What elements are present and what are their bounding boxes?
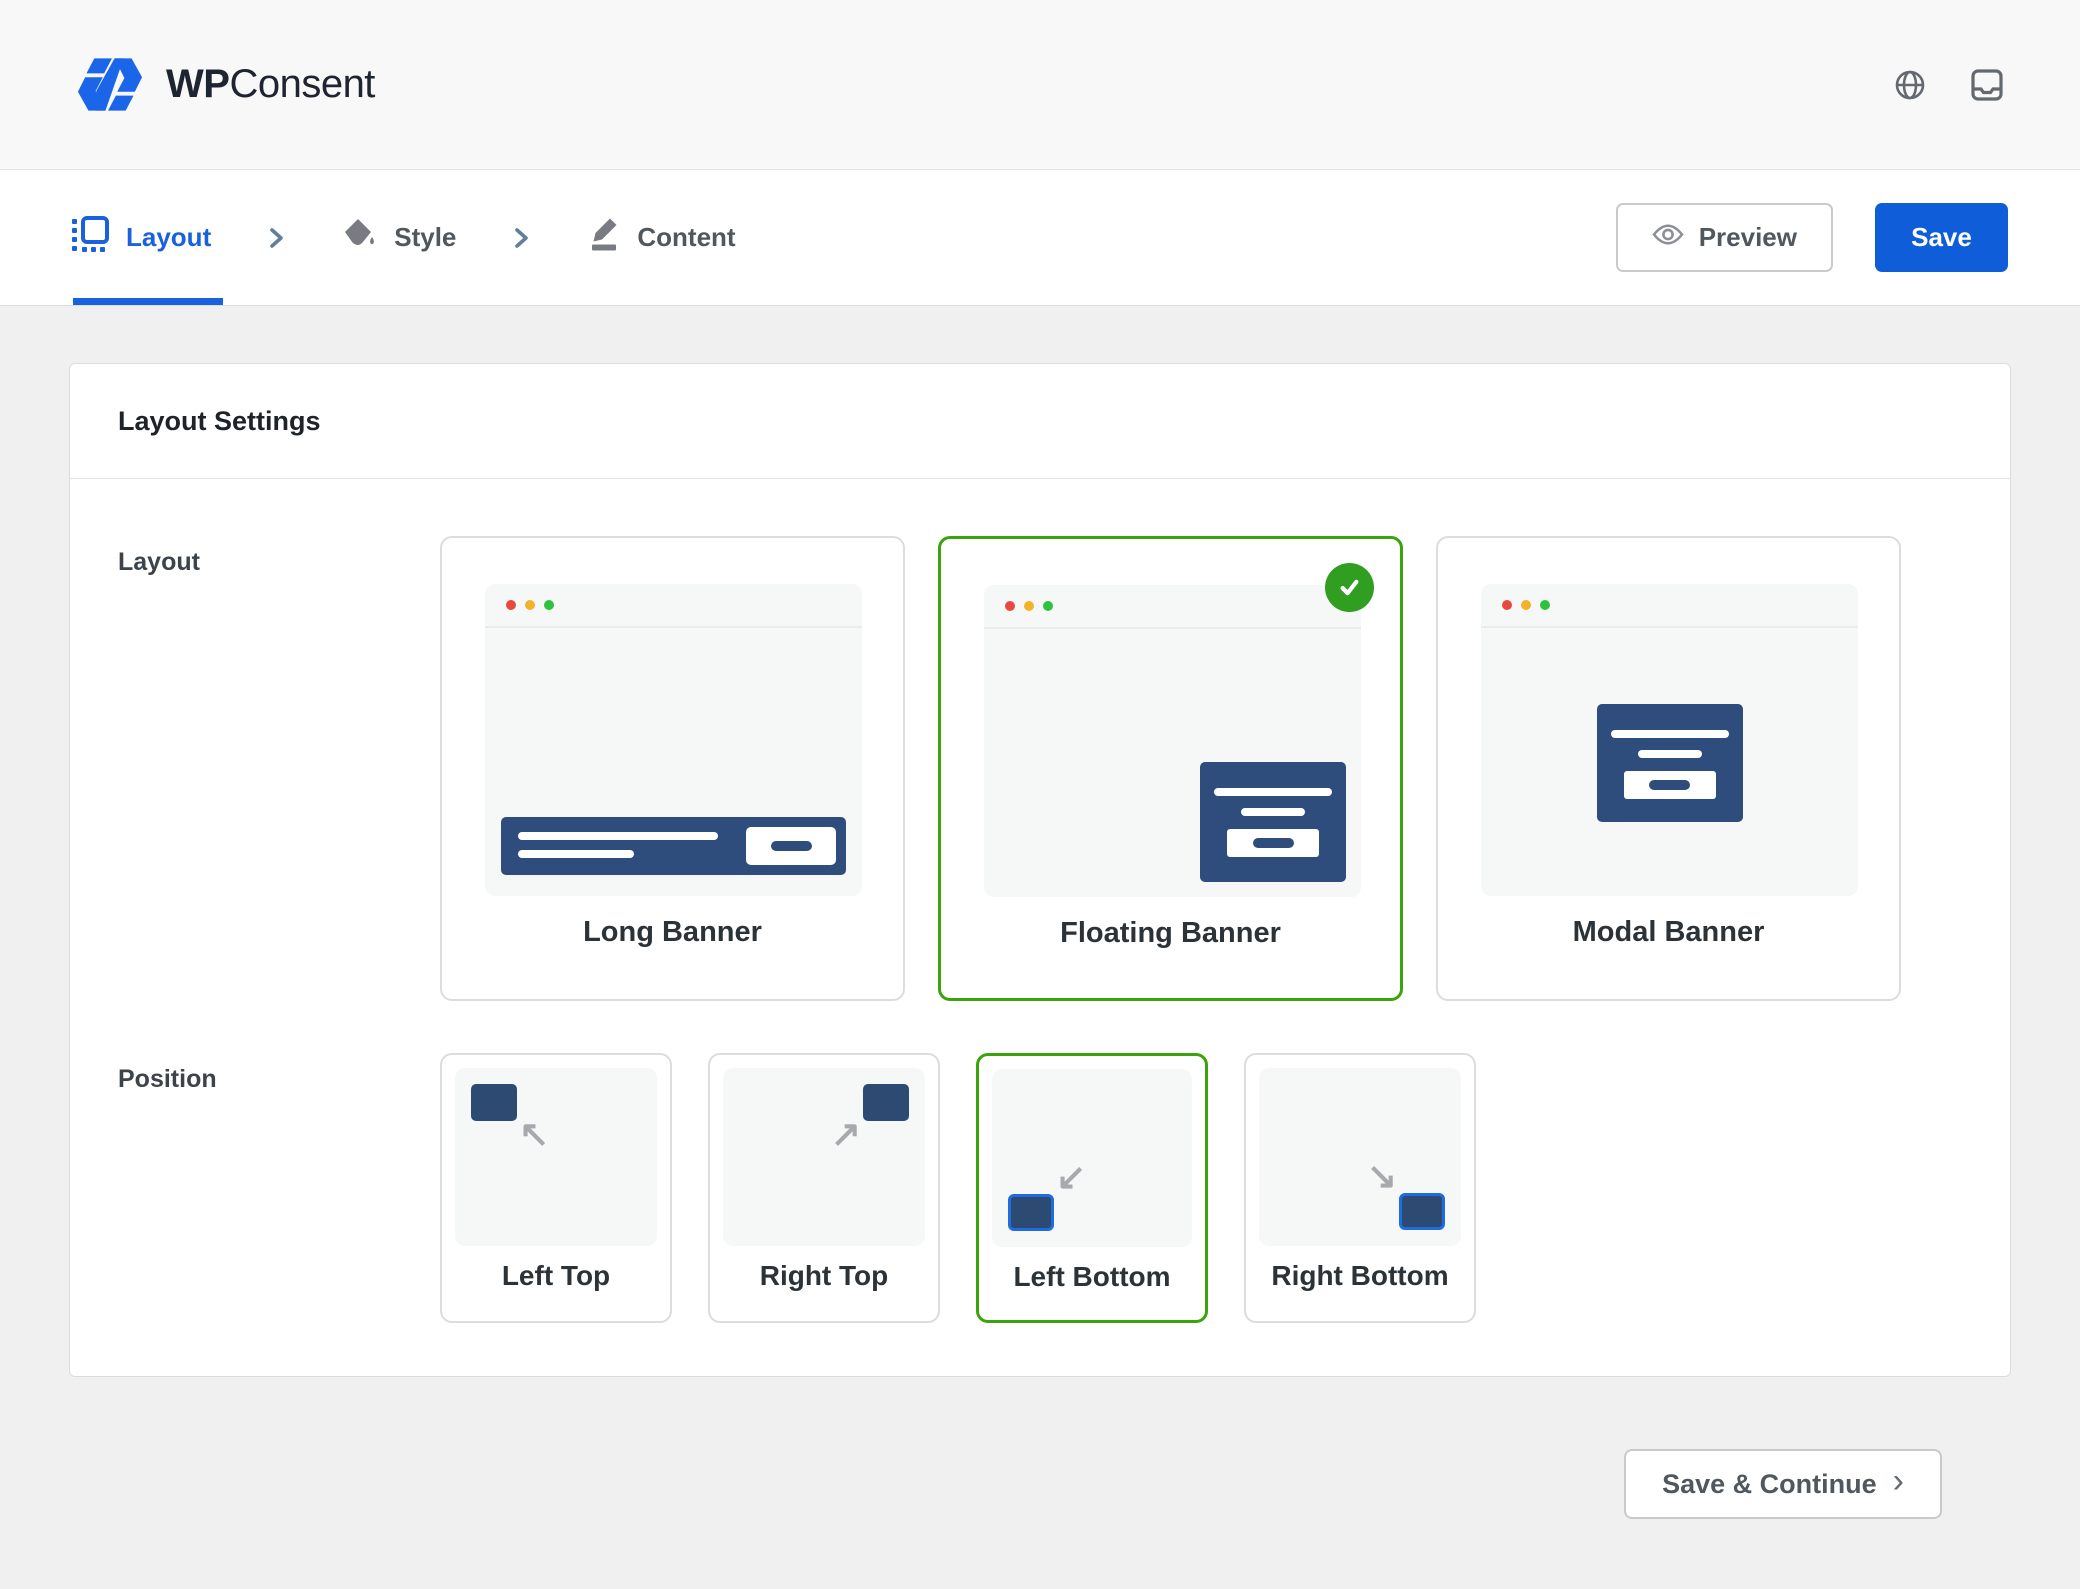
layout-option-modal-banner[interactable]: Modal Banner [1436,536,1901,1001]
eye-icon [1652,222,1684,253]
position-field-label: Position [118,1053,440,1323]
floating-banner-preview [1200,762,1346,882]
layout-option-long-banner[interactable]: Long Banner [440,536,905,1001]
browser-mockup-body [984,631,1361,897]
button-pill [771,841,812,851]
traffic-light-yellow [525,600,535,610]
browser-mockup-titlebar [1481,584,1858,628]
footer-actions: Save & Continue › [69,1377,2011,1519]
chevron-right-icon: › [1893,1462,1904,1501]
text-line [1241,808,1305,816]
paint-bucket-icon [343,218,377,258]
traffic-light-green [544,600,554,610]
banner-rect [471,1084,517,1121]
position-mockup: ↙ [992,1069,1192,1247]
save-continue-button[interactable]: Save & Continue › [1624,1449,1942,1519]
traffic-light-red [1502,600,1512,610]
tab-style[interactable]: Style [343,218,456,258]
wpconsent-logo-icon [76,57,144,112]
traffic-light-red [1005,601,1015,611]
position-option-label: Right Bottom [1246,1260,1474,1292]
chevron-right-icon [267,226,287,250]
position-option-left-bottom[interactable]: ↙ Left Bottom [976,1053,1208,1323]
position-field-row: Position ↖ Left Top ↗ [118,1053,1962,1323]
pencil-icon [588,217,620,258]
position-options: ↖ Left Top ↗ Right Top [440,1053,1476,1323]
wpconsent-logo: WPConsent [76,57,375,112]
tab-content-label: Content [637,222,735,253]
position-option-right-top[interactable]: ↗ Right Top [708,1053,940,1323]
browser-mockup [984,585,1361,897]
banner-rect [863,1084,909,1121]
long-banner-preview [501,817,846,875]
browser-mockup-body [485,630,862,896]
layout-option-label: Floating Banner [941,917,1400,950]
tab-content[interactable]: Content [588,217,735,258]
banner-rect [1399,1193,1445,1230]
selected-check-icon [1325,563,1374,612]
text-line [1611,730,1729,738]
save-button[interactable]: Save [1875,203,2008,272]
position-mockup: ↘ [1259,1068,1461,1246]
arrow-up-right-icon: ↗ [831,1116,861,1152]
preview-button[interactable]: Preview [1616,203,1833,272]
banner-button [746,827,836,865]
inbox-icon[interactable] [1970,68,2004,102]
position-option-label: Left Bottom [979,1261,1205,1293]
position-option-label: Left Top [442,1260,670,1292]
browser-mockup [1481,584,1858,896]
arrow-down-right-icon: ↘ [1367,1158,1397,1194]
layout-option-label: Long Banner [442,916,903,949]
traffic-light-green [1043,601,1053,611]
chevron-right-icon [512,226,532,250]
traffic-light-red [506,600,516,610]
button-pill [1253,838,1294,848]
layout-settings-card: Layout Settings Layout [69,363,2011,1377]
browser-mockup-titlebar [485,584,862,628]
layout-field-row: Layout [118,536,1962,1001]
traffic-light-yellow [1024,601,1034,611]
main-content: Layout Settings Layout [0,306,2080,1519]
traffic-light-green [1540,600,1550,610]
position-option-left-top[interactable]: ↖ Left Top [440,1053,672,1323]
banner-button [1227,829,1319,857]
layout-option-label: Modal Banner [1438,916,1899,949]
active-tab-underline [73,298,223,305]
modal-banner-preview [1597,704,1743,822]
banner-rect [1008,1194,1054,1231]
text-line [518,850,634,858]
layout-options: Long Banner [440,536,1901,1001]
position-mockup: ↖ [455,1068,657,1246]
app-header: WPConsent [0,0,2080,170]
browser-mockup-body [1481,630,1858,896]
tab-layout-label: Layout [126,222,211,253]
text-line [1214,788,1332,796]
layout-icon [72,216,109,260]
button-pill [1649,780,1690,790]
layout-option-floating-banner[interactable]: Floating Banner [938,536,1403,1001]
browser-mockup [485,584,862,896]
steps-nav: Layout Style [0,170,2080,306]
layout-field-label: Layout [118,536,440,1001]
preview-button-label: Preview [1699,222,1797,253]
save-continue-label: Save & Continue [1662,1469,1877,1500]
browser-mockup-titlebar [984,585,1361,629]
text-line [518,832,718,840]
tab-layout[interactable]: Layout [72,216,211,260]
page-title: Layout Settings [118,406,321,437]
arrow-up-left-icon: ↖ [519,1116,549,1152]
position-mockup: ↗ [723,1068,925,1246]
app-title: WPConsent [166,62,375,107]
arrow-down-left-icon: ↙ [1056,1159,1086,1195]
globe-icon[interactable] [1894,69,1926,101]
tab-style-label: Style [394,222,456,253]
banner-button [1624,771,1716,799]
text-line [1638,750,1702,758]
position-option-label: Right Top [710,1260,938,1292]
position-option-right-bottom[interactable]: ↘ Right Bottom [1244,1053,1476,1323]
traffic-light-yellow [1521,600,1531,610]
